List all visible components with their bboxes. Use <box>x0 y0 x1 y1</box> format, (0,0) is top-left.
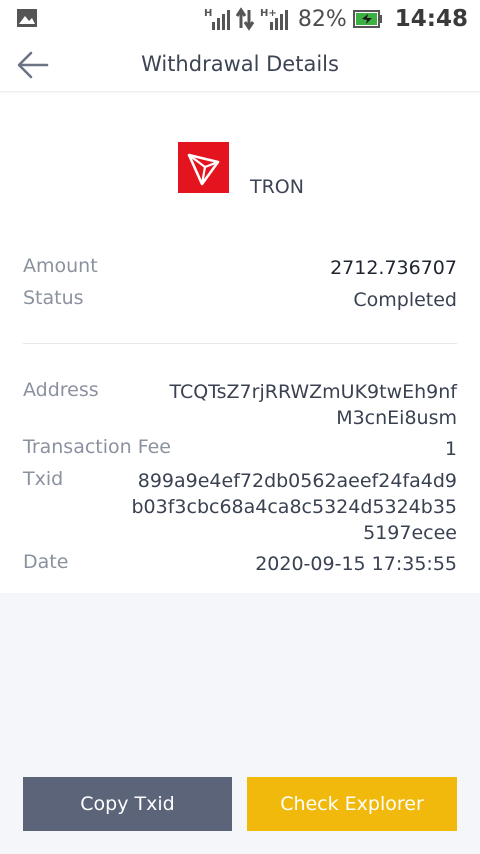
address-row: Address TCQTsZ7rjRRWZmUK9twEh9nf M3cnEi8… <box>23 379 457 431</box>
date-row: Date 2020-09-15 17:35:55 <box>23 551 457 577</box>
address-value[interactable]: TCQTsZ7rjRRWZmUK9twEh9nf M3cnEi8usm <box>169 379 457 431</box>
address-label: Address <box>23 379 99 401</box>
tron-icon <box>187 153 220 186</box>
status-row: Status Completed <box>23 287 457 313</box>
txid-line: b03f3cbc68a4ca8c5324d5324b35 <box>131 496 457 518</box>
signal-hplus-icon: H+ <box>260 8 288 30</box>
txid-label: Txid <box>23 468 64 490</box>
svg-text:H+: H+ <box>260 8 277 19</box>
status-label: Status <box>23 287 84 309</box>
tron-logo <box>178 142 229 193</box>
fee-label: Transaction Fee <box>23 436 172 458</box>
fee-row: Transaction Fee 1 <box>23 436 457 462</box>
txid-line: 5197ecee <box>363 522 457 544</box>
amount-value: 2712.736707 <box>330 257 457 279</box>
coin-name: TRON <box>250 176 304 198</box>
txid-value[interactable]: 899a9e4ef72db0562aeef24fa4d9 b03f3cbc68a… <box>131 468 457 546</box>
svg-text:H: H <box>204 8 212 19</box>
page-title: Withdrawal Details <box>141 52 339 76</box>
status-value: Completed <box>353 289 457 311</box>
status-bar: H H+ 82% 14:48 <box>0 0 480 38</box>
data-transfer-icon <box>235 7 254 31</box>
date-label: Date <box>23 551 69 573</box>
txid-line: 899a9e4ef72db0562aeef24fa4d9 <box>137 470 457 492</box>
battery-charging-icon <box>352 10 382 28</box>
fee-value: 1 <box>444 438 457 460</box>
txid-row: Txid 899a9e4ef72db0562aeef24fa4d9 b03f3c… <box>23 468 457 546</box>
app-header: Withdrawal Details <box>0 38 480 92</box>
check-explorer-button[interactable]: Check Explorer <box>247 777 457 831</box>
date-value: 2020-09-15 17:35:55 <box>255 553 457 575</box>
amount-row: Amount 2712.736707 <box>23 255 457 281</box>
copy-txid-button[interactable]: Copy Txid <box>23 777 232 831</box>
clock: 14:48 <box>394 6 468 32</box>
address-line: TCQTsZ7rjRRWZmUK9twEh9nf <box>169 381 457 403</box>
section-divider <box>23 343 457 344</box>
gallery-notification-icon <box>17 9 37 27</box>
status-indicators: H H+ 82% 14:48 <box>204 4 468 34</box>
address-line: M3cnEi8usm <box>336 407 457 429</box>
battery-percent: 82% <box>297 6 347 32</box>
amount-label: Amount <box>23 255 98 277</box>
withdrawal-details-card: TRON Amount 2712.736707 Status Completed… <box>0 93 480 593</box>
signal-h-icon: H <box>204 8 230 30</box>
